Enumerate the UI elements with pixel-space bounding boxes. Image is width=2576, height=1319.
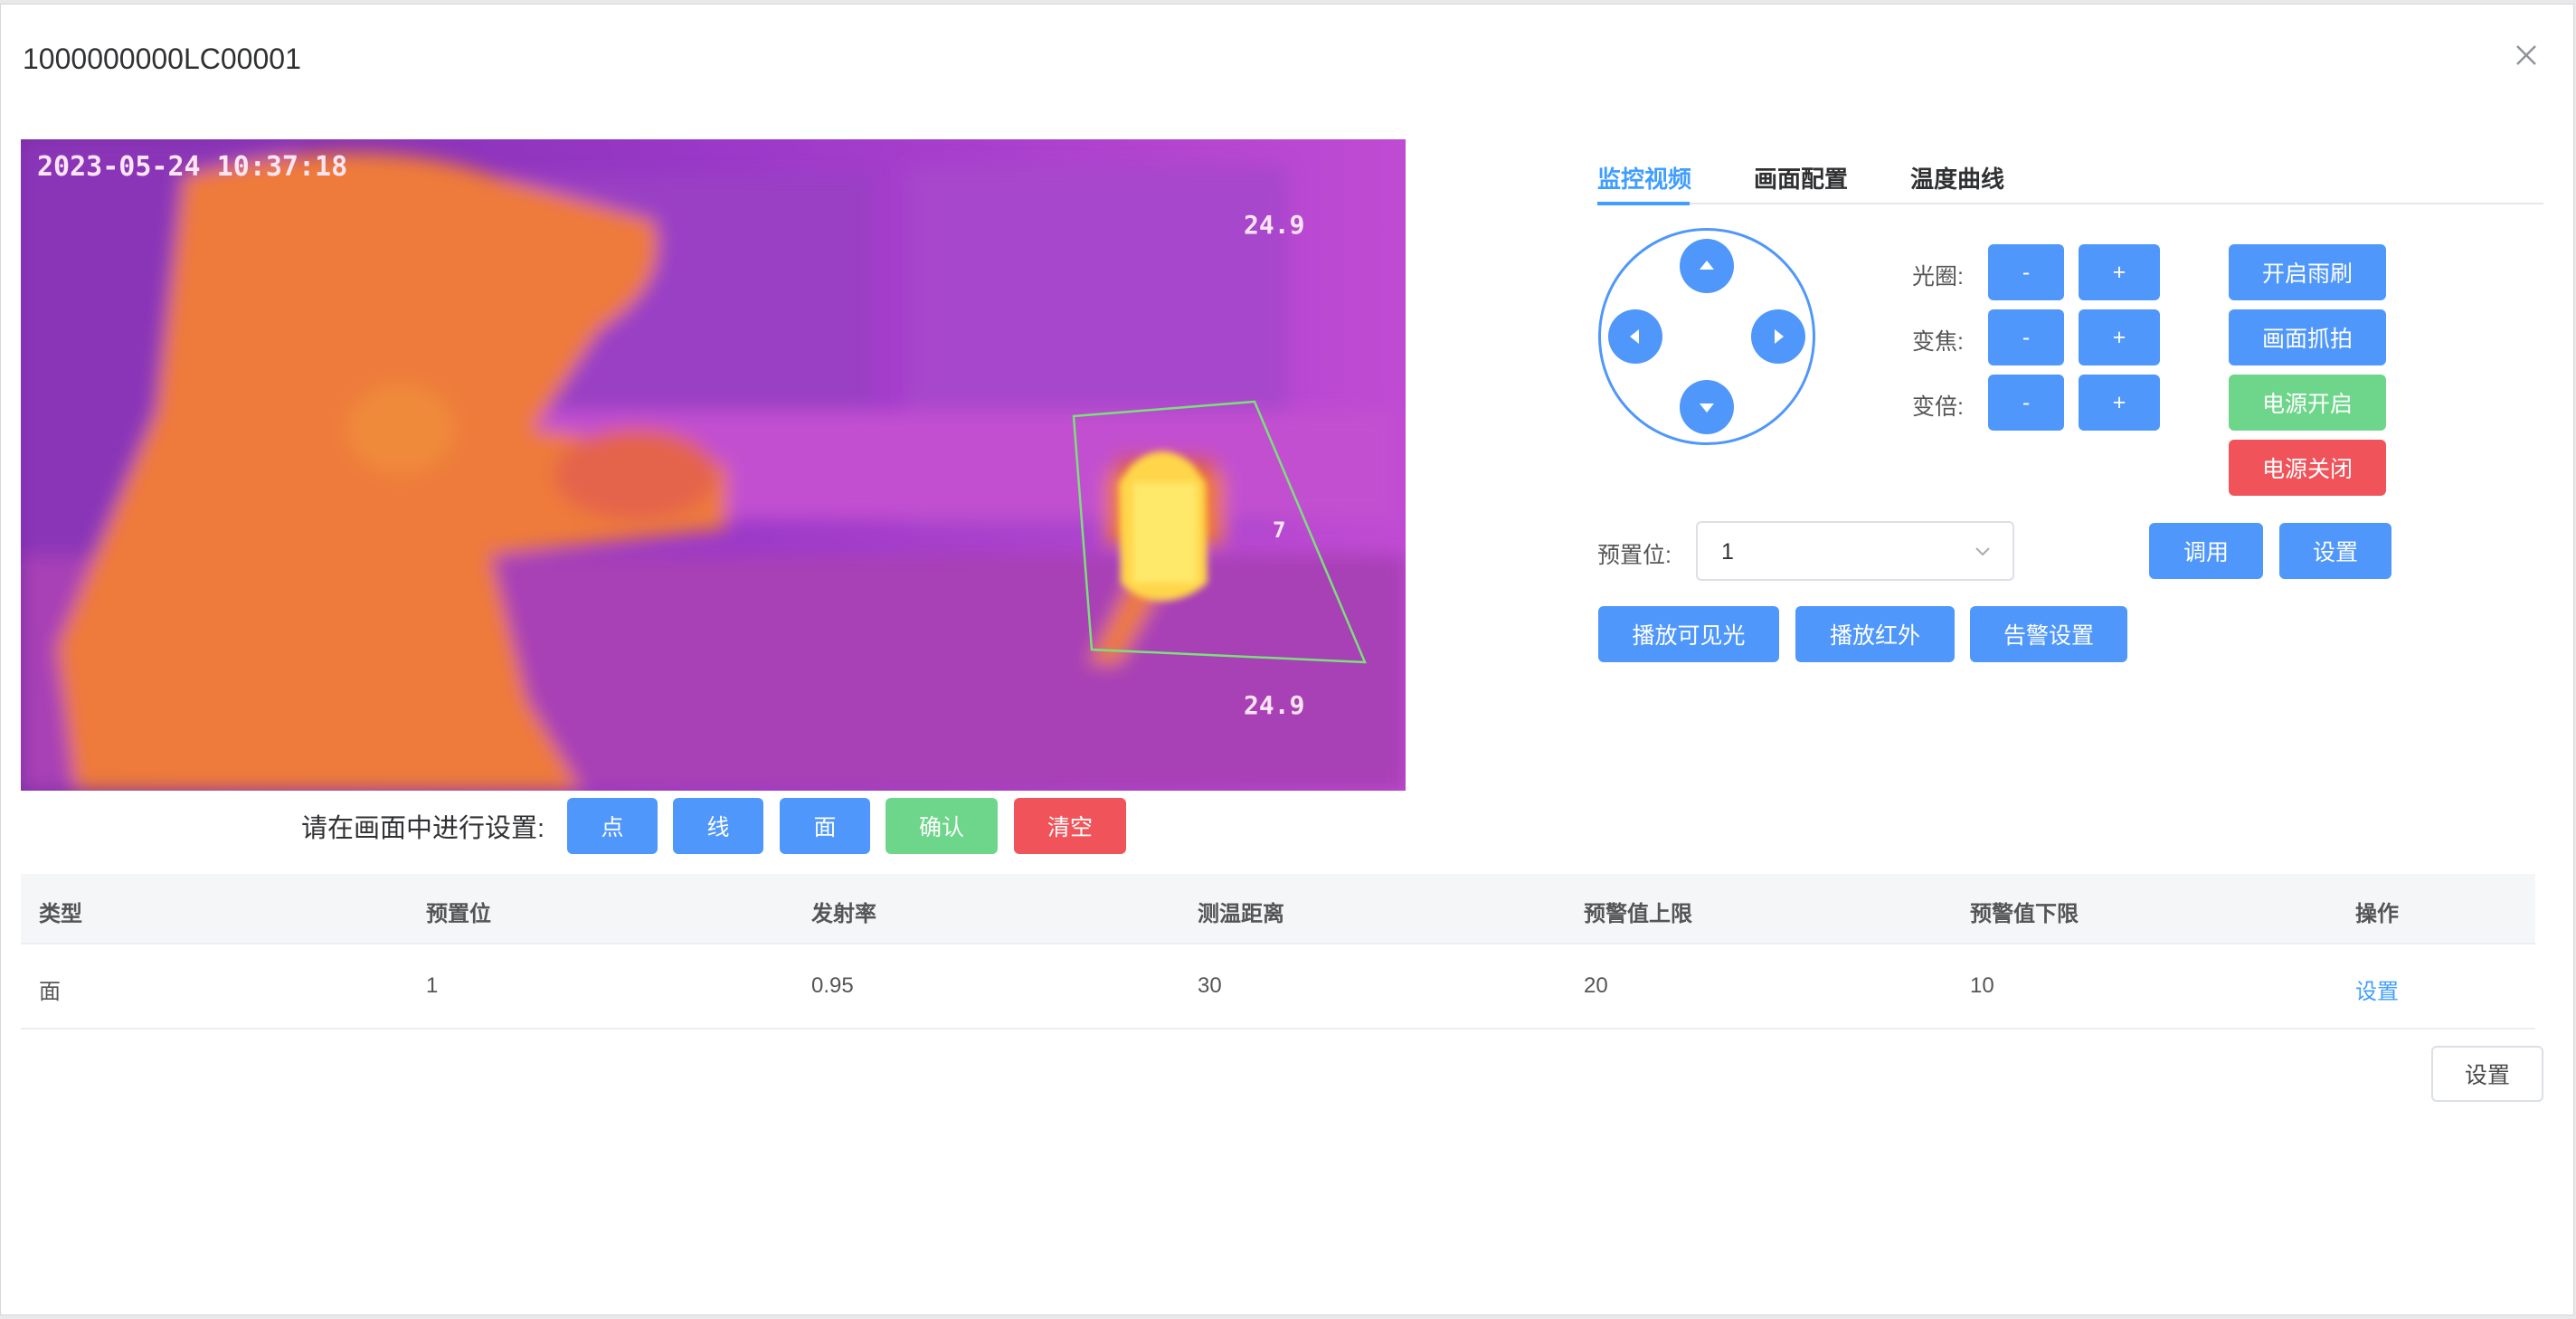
column-upper-limit: 预警值上限 [1584, 902, 1692, 926]
column-distance: 测温距离 [1198, 902, 1284, 926]
power-off-button[interactable]: 电源关闭 [2229, 440, 2386, 496]
ptz-left-button[interactable] [1608, 309, 1662, 364]
preset-select[interactable]: 1 [1696, 521, 2014, 581]
wiper-on-button[interactable]: 开启雨刷 [2229, 244, 2386, 300]
chevron-down-icon [1973, 541, 1993, 565]
power-on-button[interactable]: 电源开启 [2229, 375, 2386, 431]
table-header: 类型 预置位 发射率 测温距离 预警值上限 预警值下限 操作 [21, 874, 2535, 944]
column-lower-limit: 预警值下限 [1970, 902, 2079, 926]
row-settings-link[interactable]: 设置 [2355, 973, 2399, 1005]
confirm-button[interactable]: 确认 [886, 798, 998, 854]
column-emissivity: 发射率 [811, 902, 876, 926]
snapshot-button[interactable]: 画面抓拍 [2229, 309, 2386, 365]
column-type: 类型 [39, 902, 82, 926]
alarm-settings-button[interactable]: 告警设置 [1970, 606, 2127, 662]
column-action: 操作 [2355, 902, 2399, 926]
arrow-right-icon [1775, 329, 1784, 344]
focus-plus-button[interactable]: + [2079, 309, 2160, 365]
aperture-minus-button[interactable]: - [1988, 244, 2064, 300]
tab-monitor-video[interactable]: 监控视频 [1597, 161, 1691, 195]
footer-settings-button[interactable]: 设置 [2431, 1046, 2543, 1102]
close-icon[interactable] [2506, 35, 2546, 75]
cell-distance: 30 [1198, 973, 1222, 998]
zoom-minus-button[interactable]: - [1988, 375, 2064, 431]
ptz-down-button[interactable] [1680, 380, 1734, 434]
tab-screen-config[interactable]: 画面配置 [1754, 161, 1848, 195]
arrow-up-icon [1700, 261, 1714, 270]
draw-point-button[interactable]: 点 [567, 798, 658, 854]
video-timestamp: 2023-05-24 10:37:18 [37, 151, 347, 183]
arrow-left-icon [1630, 329, 1639, 344]
drawing-prompt: 请在画面中进行设置: [301, 814, 545, 843]
focus-minus-button[interactable]: - [1988, 309, 2064, 365]
column-preset: 预置位 [426, 902, 491, 926]
aperture-plus-button[interactable]: + [2079, 244, 2160, 300]
cell-upper-limit: 20 [1584, 973, 1608, 998]
clear-button[interactable]: 清空 [1014, 798, 1126, 854]
table-row: 面 1 0.95 30 20 10 设置 [21, 944, 2535, 1030]
cell-type: 面 [39, 980, 61, 1004]
tab-divider [1597, 203, 2543, 204]
preset-call-button[interactable]: 调用 [2149, 523, 2263, 579]
focus-label: 变焦: [1912, 329, 1964, 355]
cell-lower-limit: 10 [1970, 973, 1994, 998]
tab-temperature-curve[interactable]: 温度曲线 [1910, 161, 2004, 195]
tab-active-indicator [1597, 202, 1690, 205]
video-temp-top: 24.9 [1244, 210, 1304, 240]
thermal-video-feed[interactable]: 2023-05-24 10:37:18 24.9 24.9 7 [21, 139, 1406, 791]
ptz-right-button[interactable] [1751, 309, 1805, 364]
dialog-title: 1000000000LC00001 [23, 43, 301, 75]
draw-line-button[interactable]: 线 [673, 798, 763, 854]
cell-preset: 1 [426, 973, 439, 998]
area-marker: 7 [1273, 517, 1285, 543]
aperture-label: 光圈: [1912, 264, 1964, 289]
preset-label: 预置位: [1597, 543, 1672, 568]
zoom-label: 变倍: [1912, 394, 1964, 420]
ptz-up-button[interactable] [1680, 239, 1734, 293]
preset-set-button[interactable]: 设置 [2279, 523, 2391, 579]
cell-emissivity: 0.95 [811, 973, 854, 998]
play-infrared-button[interactable]: 播放红外 [1795, 606, 1955, 662]
play-visible-light-button[interactable]: 播放可见光 [1598, 606, 1779, 662]
preset-value: 1 [1721, 539, 1734, 565]
arrow-down-icon [1700, 403, 1714, 413]
video-temp-bottom: 24.9 [1244, 690, 1304, 720]
draw-area-button[interactable]: 面 [780, 798, 870, 854]
zoom-plus-button[interactable]: + [2079, 375, 2160, 431]
